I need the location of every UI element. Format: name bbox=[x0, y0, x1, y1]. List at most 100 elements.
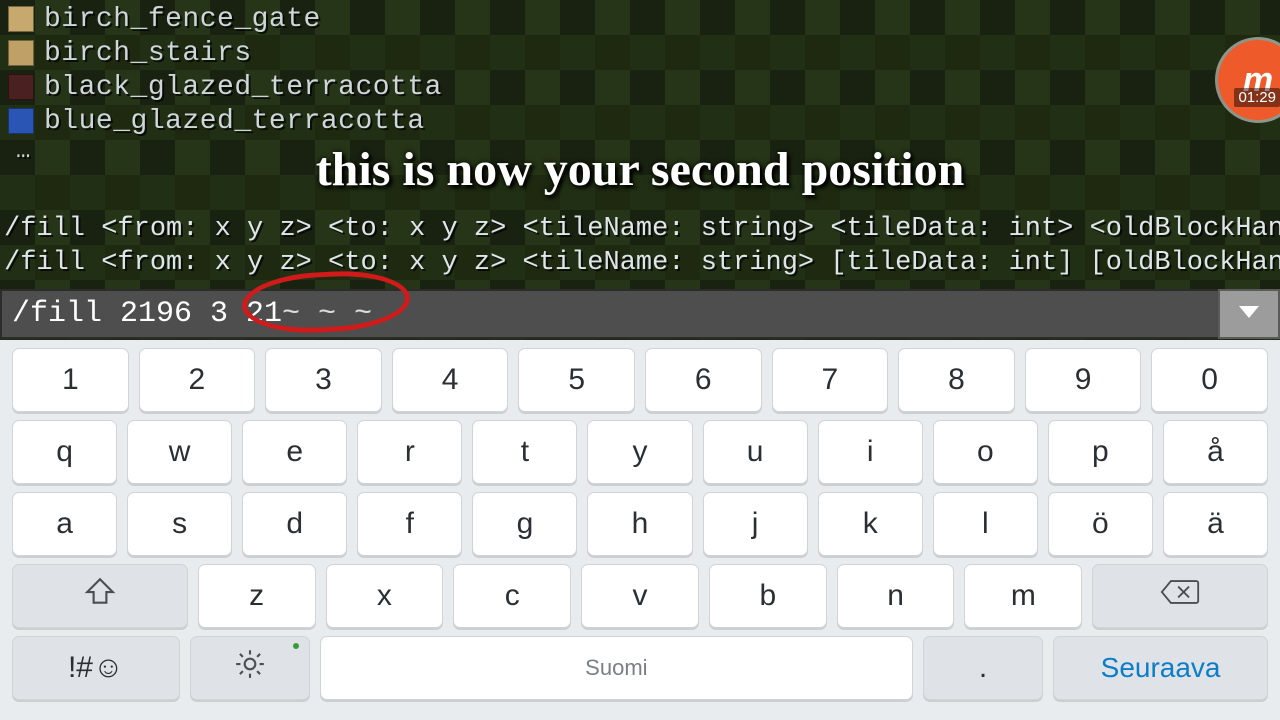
key-s[interactable]: s bbox=[127, 492, 232, 556]
key-label: k bbox=[863, 507, 878, 541]
key-label: d bbox=[286, 507, 303, 541]
keyboard-row-bottom: !#☺ Suomi . Seuraava bbox=[12, 636, 1268, 700]
key-v[interactable]: v bbox=[581, 564, 699, 628]
key-ö[interactable]: ö bbox=[1048, 492, 1153, 556]
key-e[interactable]: e bbox=[242, 420, 347, 484]
key-label: z bbox=[249, 579, 264, 613]
key-a[interactable]: a bbox=[12, 492, 117, 556]
shift-key[interactable] bbox=[12, 564, 188, 628]
key-label: 6 bbox=[695, 363, 712, 397]
overlay-caption: this is now your second position bbox=[0, 142, 1280, 197]
autocomplete-label: birch_stairs bbox=[44, 38, 252, 69]
key-r[interactable]: r bbox=[357, 420, 462, 484]
key-0[interactable]: 0 bbox=[1151, 348, 1268, 412]
key-label: n bbox=[887, 579, 904, 613]
autocomplete-label: black_glazed_terracotta bbox=[44, 72, 442, 103]
spacebar-key[interactable]: Suomi bbox=[320, 636, 913, 700]
chat-input-row: /fill 2196 3 21 ~ ~ ~ bbox=[0, 289, 1280, 339]
key-j[interactable]: j bbox=[703, 492, 808, 556]
key-5[interactable]: 5 bbox=[518, 348, 635, 412]
key-label: 2 bbox=[189, 363, 206, 397]
key-label: y bbox=[633, 435, 648, 469]
command-input[interactable]: /fill 2196 3 21 ~ ~ ~ bbox=[0, 289, 1218, 339]
key-label: 9 bbox=[1075, 363, 1092, 397]
key-u[interactable]: u bbox=[703, 420, 808, 484]
key-label: x bbox=[377, 579, 392, 613]
block-icon bbox=[8, 6, 34, 32]
autocomplete-label: birch_fence_gate bbox=[44, 4, 321, 35]
key-label: p bbox=[1092, 435, 1109, 469]
key-x[interactable]: x bbox=[326, 564, 444, 628]
backspace-key[interactable] bbox=[1092, 564, 1268, 628]
chat-dropdown-button[interactable] bbox=[1218, 289, 1280, 339]
key-label: h bbox=[632, 507, 649, 541]
key-o[interactable]: o bbox=[933, 420, 1038, 484]
symbols-key[interactable]: !#☺ bbox=[12, 636, 180, 700]
command-text: /fill 2196 3 21 bbox=[12, 297, 282, 331]
key-z[interactable]: z bbox=[198, 564, 316, 628]
autocomplete-item[interactable]: birch_fence_gate bbox=[8, 2, 1280, 36]
key-label: c bbox=[505, 579, 520, 613]
key-8[interactable]: 8 bbox=[898, 348, 1015, 412]
key-6[interactable]: 6 bbox=[645, 348, 762, 412]
autocomplete-item[interactable]: black_glazed_terracotta bbox=[8, 70, 1280, 104]
key-q[interactable]: q bbox=[12, 420, 117, 484]
key-3[interactable]: 3 bbox=[265, 348, 382, 412]
key-4[interactable]: 4 bbox=[392, 348, 509, 412]
key-m[interactable]: m bbox=[964, 564, 1082, 628]
block-icon bbox=[8, 40, 34, 66]
period-label: . bbox=[979, 651, 987, 685]
key-label: g bbox=[517, 507, 534, 541]
key-label: e bbox=[286, 435, 303, 469]
key-label: i bbox=[867, 435, 874, 469]
key-ä[interactable]: ä bbox=[1163, 492, 1268, 556]
gear-icon bbox=[233, 647, 267, 689]
key-c[interactable]: c bbox=[453, 564, 571, 628]
key-1[interactable]: 1 bbox=[12, 348, 129, 412]
key-label: ä bbox=[1207, 507, 1224, 541]
key-t[interactable]: t bbox=[472, 420, 577, 484]
key-i[interactable]: i bbox=[818, 420, 923, 484]
recorder-timer: 01:29 bbox=[1234, 88, 1280, 107]
key-b[interactable]: b bbox=[709, 564, 827, 628]
key-p[interactable]: p bbox=[1048, 420, 1153, 484]
key-n[interactable]: n bbox=[837, 564, 955, 628]
key-label: s bbox=[172, 507, 187, 541]
key-label: o bbox=[977, 435, 994, 469]
key-label: ö bbox=[1092, 507, 1109, 541]
autocomplete-list: birch_fence_gate birch_stairs black_glaz… bbox=[8, 2, 1280, 165]
key-7[interactable]: 7 bbox=[772, 348, 889, 412]
key-l[interactable]: l bbox=[933, 492, 1038, 556]
key-label: l bbox=[982, 507, 989, 541]
key-k[interactable]: k bbox=[818, 492, 923, 556]
key-g[interactable]: g bbox=[472, 492, 577, 556]
key-2[interactable]: 2 bbox=[139, 348, 256, 412]
key-y[interactable]: y bbox=[587, 420, 692, 484]
autocomplete-item[interactable]: birch_stairs bbox=[8, 36, 1280, 70]
key-label: a bbox=[56, 507, 73, 541]
key-label: w bbox=[169, 435, 191, 469]
autocomplete-label: blue_glazed_terracotta bbox=[44, 106, 425, 137]
key-w[interactable]: w bbox=[127, 420, 232, 484]
key-å[interactable]: å bbox=[1163, 420, 1268, 484]
shift-icon bbox=[83, 575, 117, 617]
key-label: r bbox=[405, 435, 415, 469]
key-d[interactable]: d bbox=[242, 492, 347, 556]
on-screen-keyboard: 1 2 3 4 5 6 7 8 9 0 q w e r t y u i o p å a s d f g h j k l ö ä z x c v b… bbox=[0, 340, 1280, 720]
key-label: 4 bbox=[442, 363, 459, 397]
settings-key[interactable] bbox=[190, 636, 310, 700]
key-label: b bbox=[759, 579, 776, 613]
key-label: f bbox=[406, 507, 414, 541]
keyboard-row-q: qwertyuiopå bbox=[12, 420, 1268, 484]
command-tildes: ~ ~ ~ bbox=[282, 297, 372, 331]
key-f[interactable]: f bbox=[357, 492, 462, 556]
key-label: 7 bbox=[822, 363, 839, 397]
key-9[interactable]: 9 bbox=[1025, 348, 1142, 412]
period-key[interactable]: . bbox=[923, 636, 1043, 700]
autocomplete-item[interactable]: blue_glazed_terracotta bbox=[8, 104, 1280, 138]
key-h[interactable]: h bbox=[587, 492, 692, 556]
next-key[interactable]: Seuraava bbox=[1053, 636, 1268, 700]
syntax-line: /fill <from: x y z> <to: x y z> <tileNam… bbox=[4, 212, 1280, 246]
key-label: 1 bbox=[62, 363, 79, 397]
key-label: q bbox=[56, 435, 73, 469]
